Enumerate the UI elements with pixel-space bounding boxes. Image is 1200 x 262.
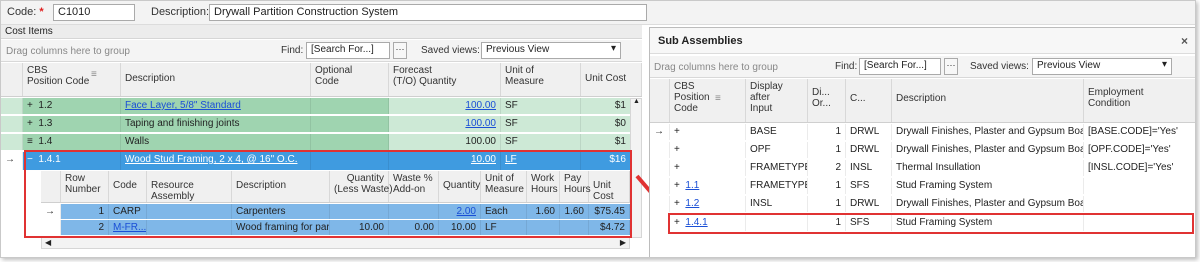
header-bar: Code: * C1010 Description: Drywall Partit…: [1, 1, 1195, 25]
col-display-after-input[interactable]: Display after Input: [746, 79, 808, 122]
col-cbs-position-code[interactable]: CBS Position Code ≡: [23, 63, 121, 96]
row-indicator-icon: →: [1, 152, 23, 170]
horizontal-scrollbar[interactable]: ◀ ▶: [41, 237, 630, 249]
sub-assembly-row[interactable]: + 1.2 INSL 1 DRWL Drywall Finishes, Plas…: [650, 196, 1195, 212]
col-employment-condition[interactable]: Employment Condition: [1084, 79, 1195, 122]
col-unit-cost[interactable]: Unit Cost: [581, 63, 642, 96]
code-label: Code: *: [7, 6, 44, 18]
sub-assembly-row[interactable]: → + BASE 1 DRWL Drywall Finishes, Plaste…: [650, 124, 1195, 140]
sub-assemblies-panel: Sub Assemblies × Drag columns here to gro…: [649, 27, 1195, 257]
quantity-link[interactable]: 100.00: [465, 100, 496, 111]
expand-icon[interactable]: +: [27, 118, 33, 129]
find-options-button[interactable]: ···: [944, 58, 958, 75]
col-description[interactable]: Description: [121, 63, 311, 96]
col-optional-code[interactable]: Optional Code: [311, 63, 389, 96]
find-label: Find:: [281, 45, 304, 56]
sub-assemblies-toolbar: Drag columns here to group Find: [Search…: [650, 56, 1195, 78]
description-label: Description:: [151, 6, 210, 18]
close-icon[interactable]: ×: [1181, 34, 1188, 48]
sub-assemblies-column-header: CBS Position Code ≡ Display after Input D…: [650, 79, 1195, 123]
find-input[interactable]: [Search For...]: [859, 58, 941, 75]
col-unit-of-measure[interactable]: Unit of Measure: [501, 63, 581, 96]
col-forecast-quantity[interactable]: Forecast (T/O) Quantity: [389, 63, 501, 96]
expand-icon[interactable]: +: [674, 180, 680, 191]
code-field[interactable]: C1010: [53, 4, 135, 21]
cost-items-toolbar: Drag columns here to group Find: [Search…: [1, 40, 642, 62]
col-display-order[interactable]: Di... Or...: [808, 79, 846, 122]
table-row[interactable]: + 1.3 Taping and finishing joints 100.00…: [1, 116, 642, 132]
sub-assembly-row[interactable]: + 1.1 FRAMETYPE 1 SFS Stud Framing Syste…: [650, 178, 1195, 194]
saved-views-label: Saved views:: [970, 61, 1029, 72]
find-options-button[interactable]: ···: [393, 42, 407, 59]
expand-icon[interactable]: +: [670, 142, 746, 158]
cbs-link[interactable]: 1.2: [685, 198, 699, 209]
highlight-box: [24, 150, 632, 238]
description-field[interactable]: Drywall Partition Construction System: [209, 4, 647, 21]
sub-assembly-row[interactable]: + FRAMETYPE 2 INSL Thermal Insullation […: [650, 160, 1195, 176]
saved-views-select[interactable]: Previous View ▾: [1032, 58, 1172, 75]
table-row[interactable]: + 1.2 Face Layer, 5/8" Standard 100.00 S…: [1, 98, 642, 114]
sub-assemblies-title: Sub Assemblies ×: [650, 28, 1195, 54]
sort-icon: ≡: [91, 69, 97, 80]
col-cbs-position-code[interactable]: CBS Position Code ≡: [670, 79, 746, 122]
collapse-icon[interactable]: ≡: [27, 136, 33, 147]
expand-icon[interactable]: +: [674, 198, 680, 209]
scroll-left-icon: ◀: [45, 238, 52, 247]
group-drop-area[interactable]: Drag columns here to group: [654, 62, 778, 73]
cbs-link[interactable]: 1.1: [685, 180, 699, 191]
window: Code: * C1010 Description: Drywall Partit…: [0, 0, 1196, 258]
row-description-link[interactable]: Face Layer, 5/8" Standard: [125, 100, 241, 111]
expand-icon[interactable]: +: [27, 100, 33, 111]
cost-items-column-header: CBS Position Code ≡ Description Optional…: [1, 63, 642, 97]
expand-icon[interactable]: +: [670, 124, 746, 140]
chevron-down-icon: ▾: [1161, 59, 1167, 70]
sub-assembly-row[interactable]: + OPF 1 DRWL Drywall Finishes, Plaster a…: [650, 142, 1195, 158]
col-description[interactable]: Description: [892, 79, 1084, 122]
chevron-down-icon: ▾: [610, 43, 616, 54]
cost-items-header: Cost Items: [1, 25, 642, 39]
table-row[interactable]: ≡ 1.4 Walls 100.00 SF $1: [1, 134, 642, 150]
expand-icon[interactable]: +: [670, 160, 746, 176]
group-drop-area[interactable]: Drag columns here to group: [6, 46, 130, 57]
scroll-right-icon: ▶: [619, 238, 626, 247]
quantity-link[interactable]: 100.00: [465, 118, 496, 129]
find-input[interactable]: [Search For...]: [306, 42, 390, 59]
find-label: Find:: [835, 61, 858, 72]
highlight-box: [668, 213, 1194, 234]
saved-views-select[interactable]: Previous View ▾: [481, 42, 621, 59]
sort-icon: ≡: [715, 93, 721, 104]
row-indicator-icon: →: [650, 124, 670, 140]
saved-views-label: Saved views:: [421, 45, 480, 56]
col-category[interactable]: C...: [846, 79, 892, 122]
scroll-up-icon: ▲: [633, 98, 640, 105]
